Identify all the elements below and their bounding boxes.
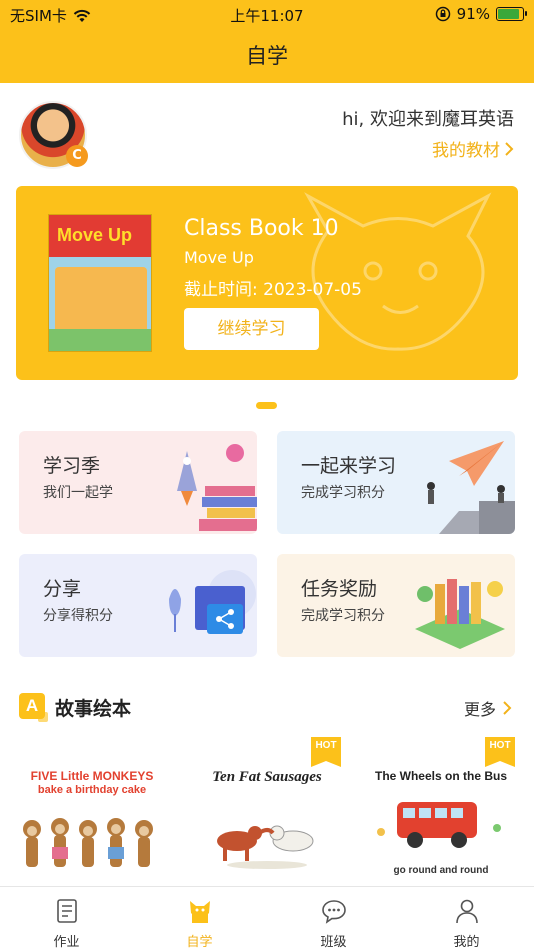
more-link[interactable]: 更多	[464, 696, 512, 720]
battery-icon	[496, 7, 527, 21]
card-subtitle: 完成学习积分	[301, 608, 385, 624]
tab-class[interactable]: 班级	[267, 887, 400, 950]
story-subtitle: go round and round	[393, 865, 489, 876]
story-book-card[interactable]: The Wheels on the Bus go round and round…	[367, 737, 515, 885]
continue-learning-button[interactable]: 继续学习	[184, 308, 319, 350]
dogs-illustration-icon	[217, 825, 314, 869]
story-books-section-header: A 故事绘本 更多	[0, 688, 534, 724]
battery-percent: 91%	[456, 5, 490, 23]
current-book-banner[interactable]: Move Up Class Book 10 Move Up 截止时间: 2023…	[16, 186, 518, 380]
chat-icon	[322, 900, 346, 924]
carousel-page-indicator	[256, 402, 277, 409]
status-bar: 无SIM卡 上午11:07 91%	[0, 0, 534, 28]
book-cover-image[interactable]: Move Up	[48, 214, 152, 352]
card-share[interactable]: 分享 分享得积分	[19, 554, 257, 657]
tab-label: 自学	[186, 935, 213, 950]
card-subtitle: 我们一起学	[43, 485, 113, 501]
card-subtitle: 分享得积分	[43, 608, 113, 624]
bus-illustration-icon	[377, 802, 501, 848]
book-title: Class Book 10	[184, 216, 339, 241]
card-title: 一起来学习	[301, 455, 397, 477]
tab-homework[interactable]: 作业	[0, 887, 133, 950]
profile-header: C hi, 欢迎来到魔耳英语 我的教材	[0, 83, 534, 183]
bottom-tab-bar: 作业 自学 班级 我的	[0, 886, 534, 950]
top-bar: 无SIM卡 上午11:07 91% 自学	[0, 0, 534, 83]
tab-label: 班级	[320, 935, 347, 950]
card-title: 任务奖励	[301, 578, 378, 600]
story-book-card[interactable]: Ten Fat Sausages HOT	[193, 737, 341, 885]
book-deadline: 截止时间: 2023-07-05	[184, 280, 362, 300]
section-title: 故事绘本	[55, 698, 132, 720]
hot-badge: HOT	[311, 737, 341, 767]
card-study-season[interactable]: 学习季 我们一起学	[19, 431, 257, 534]
paper-plane-people-icon	[427, 441, 515, 534]
reward-books-icon	[415, 579, 505, 649]
greeting-text: hi, 欢迎来到魔耳英语	[342, 109, 514, 130]
chevron-right-icon	[505, 141, 514, 156]
card-title: 分享	[43, 578, 82, 600]
story-title: The Wheels on the Bus	[374, 769, 507, 783]
card-title: 学习季	[43, 455, 101, 477]
my-books-link[interactable]: 我的教材	[432, 136, 514, 161]
story-title: FIVE Little MONKEYS	[30, 769, 154, 783]
more-label: 更多	[463, 700, 496, 719]
orientation-lock-icon	[435, 6, 450, 22]
book-cover-title: Move Up	[57, 225, 133, 245]
tab-mine[interactable]: 我的	[400, 887, 533, 950]
fox-icon	[190, 901, 210, 923]
avatar-badge-icon: C	[66, 145, 88, 167]
person-icon	[456, 899, 478, 924]
story-title: Ten Fat Sausages	[212, 769, 322, 785]
story-book-card[interactable]: FIVE Little MONKEYS bake a birthday cake	[18, 737, 166, 885]
card-learn-together[interactable]: 一起来学习 完成学习积分	[277, 431, 515, 534]
card-task-reward[interactable]: 任务奖励 完成学习积分	[277, 554, 515, 657]
my-books-label: 我的教材	[432, 141, 500, 161]
page-title: 自学	[246, 44, 288, 68]
document-icon	[57, 899, 77, 923]
card-subtitle: 完成学习积分	[301, 485, 385, 501]
tab-label: 作业	[53, 935, 80, 950]
chevron-right-icon	[503, 701, 512, 715]
share-folder-icon	[169, 570, 256, 634]
letter-a-icon: A	[19, 693, 48, 722]
book-subtitle: Move Up	[184, 248, 254, 267]
status-right: 91%	[435, 5, 527, 23]
monkeys-illustration-icon	[23, 818, 153, 867]
story-subtitle: bake a birthday cake	[37, 784, 147, 796]
tab-label: 我的	[453, 935, 480, 950]
hot-badge: HOT	[485, 737, 515, 767]
tab-self-study[interactable]: 自学	[133, 887, 266, 950]
rocket-books-icon	[177, 444, 257, 531]
